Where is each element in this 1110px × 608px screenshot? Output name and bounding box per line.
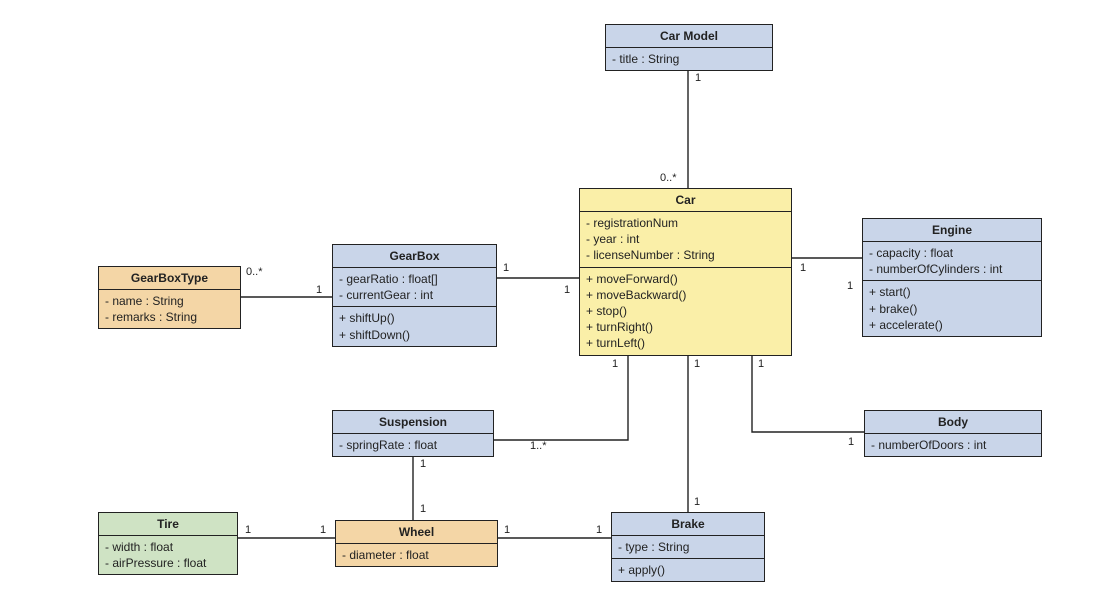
- multiplicity: 1: [758, 358, 764, 370]
- attribute: - registrationNum: [586, 215, 785, 231]
- attribute: - title : String: [612, 51, 766, 67]
- class-title: Engine: [863, 219, 1041, 242]
- attribute: - gearRatio : float[]: [339, 271, 490, 287]
- class-tire: Tire - width : float - airPressure : flo…: [98, 512, 238, 575]
- multiplicity: 1: [503, 262, 509, 274]
- method: + start(): [869, 284, 1035, 300]
- attribute: - currentGear : int: [339, 287, 490, 303]
- multiplicity: 1: [848, 436, 854, 448]
- multiplicity: 1: [564, 284, 570, 296]
- method: + stop(): [586, 303, 785, 319]
- class-car-model: Car Model - title : String: [605, 24, 773, 71]
- multiplicity: 1: [320, 524, 326, 536]
- class-title: GearBox: [333, 245, 496, 268]
- attribute: - airPressure : float: [105, 555, 231, 571]
- attribute: - numberOfCylinders : int: [869, 261, 1035, 277]
- method: + turnLeft(): [586, 335, 785, 351]
- multiplicity: 1: [612, 358, 618, 370]
- method: + moveBackward(): [586, 287, 785, 303]
- attribute: - licenseNumber : String: [586, 247, 785, 263]
- class-brake: Brake - type : String + apply(): [611, 512, 765, 582]
- method: + shiftUp(): [339, 310, 490, 326]
- attribute: - remarks : String: [105, 309, 234, 325]
- class-title: GearBoxType: [99, 267, 240, 290]
- class-title: Suspension: [333, 411, 493, 434]
- class-wheel: Wheel - diameter : float: [335, 520, 498, 567]
- method: + brake(): [869, 301, 1035, 317]
- attribute: - springRate : float: [339, 437, 487, 453]
- class-title: Tire: [99, 513, 237, 536]
- class-title: Brake: [612, 513, 764, 536]
- attribute: - type : String: [618, 539, 758, 555]
- attribute: - width : float: [105, 539, 231, 555]
- diagram-canvas: Car Model - title : String GearBoxType -…: [0, 0, 1110, 608]
- multiplicity: 1: [316, 284, 322, 296]
- method: + accelerate(): [869, 317, 1035, 333]
- multiplicity: 1: [504, 524, 510, 536]
- class-title: Body: [865, 411, 1041, 434]
- class-title: Wheel: [336, 521, 497, 544]
- multiplicity: 1: [596, 524, 602, 536]
- attribute: - diameter : float: [342, 547, 491, 563]
- class-suspension: Suspension - springRate : float: [332, 410, 494, 457]
- attribute: - year : int: [586, 231, 785, 247]
- multiplicity: 1: [420, 503, 426, 515]
- multiplicity: 1: [847, 280, 853, 292]
- method: + moveForward(): [586, 271, 785, 287]
- multiplicity: 1: [420, 458, 426, 470]
- multiplicity: 1: [694, 358, 700, 370]
- attribute: - capacity : float: [869, 245, 1035, 261]
- method: + apply(): [618, 562, 758, 578]
- method: + shiftDown(): [339, 327, 490, 343]
- multiplicity: 0..*: [660, 172, 677, 184]
- class-gearboxtype: GearBoxType - name : String - remarks : …: [98, 266, 241, 329]
- class-car: Car - registrationNum - year : int - lic…: [579, 188, 792, 356]
- class-gearbox: GearBox - gearRatio : float[] - currentG…: [332, 244, 497, 347]
- multiplicity: 1: [245, 524, 251, 536]
- attribute: - name : String: [105, 293, 234, 309]
- method: + turnRight(): [586, 319, 785, 335]
- multiplicity: 1: [694, 496, 700, 508]
- multiplicity: 1..*: [530, 440, 547, 452]
- class-title: Car: [580, 189, 791, 212]
- multiplicity: 0..*: [246, 266, 263, 278]
- class-body: Body - numberOfDoors : int: [864, 410, 1042, 457]
- class-engine: Engine - capacity : float - numberOfCyli…: [862, 218, 1042, 337]
- attribute: - numberOfDoors : int: [871, 437, 1035, 453]
- class-title: Car Model: [606, 25, 772, 48]
- multiplicity: 1: [800, 262, 806, 274]
- multiplicity: 1: [695, 72, 701, 84]
